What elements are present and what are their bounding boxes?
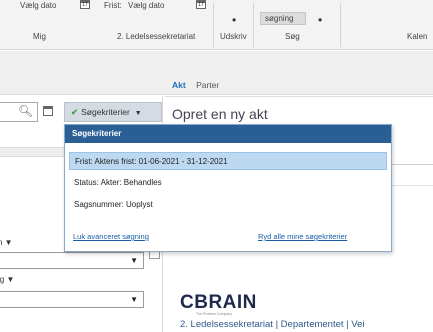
search-dropdown[interactable]: søgning — [260, 12, 306, 25]
filter-select[interactable]: ▼ — [0, 291, 144, 308]
search-criteria-button[interactable]: ✔ Søgekriterier ▼ — [64, 102, 162, 122]
criteria-item[interactable]: Frist: Aktens frist: 01-06-2021 - 31-12-… — [69, 152, 387, 170]
check-icon: ✔ — [71, 107, 79, 117]
small-dot-icon: • — [232, 13, 237, 27]
deadline-label: Frist: — [104, 1, 122, 10]
small-dot-icon: • — [318, 13, 323, 27]
date-picker-label[interactable]: Vælg dato — [20, 1, 56, 10]
tab-underline — [165, 96, 433, 97]
calendar-icon[interactable]: 17 — [196, 0, 206, 9]
tab-akt[interactable]: Akt — [172, 80, 186, 90]
document-tabs: Akt Parter — [172, 80, 219, 90]
tab-parter[interactable]: Parter — [196, 80, 219, 90]
calendar-button[interactable]: Kalen — [407, 32, 427, 41]
chevron-down-icon: ▼ — [130, 256, 138, 265]
search-button[interactable]: Søg — [285, 32, 300, 41]
mine-group-label: Mig — [33, 32, 46, 41]
deadline-date-picker[interactable]: Vælg dato — [128, 1, 164, 10]
cbrain-logo: CBRAIN The Problem Company — [180, 292, 257, 316]
criteria-item[interactable]: Status: Akter: Behandles — [69, 174, 387, 192]
ribbon-separator — [253, 3, 254, 47]
logo-text: CBRAIN — [180, 292, 257, 313]
chevron-down-icon: ▼ — [130, 295, 138, 304]
search-criteria-label: Søgekriterier — [81, 107, 130, 117]
criteria-item[interactable]: Sagsnummer: Uoplyst — [69, 196, 387, 214]
filter-label[interactable]: ig ▼ — [0, 275, 14, 284]
ribbon-separator — [213, 3, 214, 47]
page-title: Opret en ny akt — [172, 106, 268, 122]
search-criteria-dropdown: Søgekriterier Frist: Aktens frist: 01-06… — [64, 124, 392, 252]
ribbon-toolbar: Vælg dato 17 Frist: Vælg dato 17 Mig 2. … — [0, 0, 433, 50]
close-advanced-search-link[interactable]: Luk avanceret søgning — [73, 232, 149, 241]
clear-criteria-link[interactable]: Ryd alle mine søgekriterier — [258, 232, 347, 241]
save-icon[interactable] — [43, 106, 53, 116]
unit-group-label: 2. Ledelsessekretariat — [117, 32, 196, 41]
organization-breadcrumb: 2. Ledelsessekretariat | Departementet |… — [180, 319, 365, 330]
ribbon-separator — [340, 3, 341, 47]
dropdown-header: Søgekriterier — [65, 125, 391, 143]
chevron-down-icon: ▼ — [134, 110, 142, 117]
print-button[interactable]: Udskriv — [220, 32, 247, 41]
search-icon[interactable]: 🔍︎ — [18, 104, 33, 118]
filter-label[interactable]: n ▼ — [0, 238, 13, 247]
filter-select[interactable]: ▼ — [0, 252, 144, 269]
calendar-icon[interactable]: 17 — [80, 0, 90, 9]
